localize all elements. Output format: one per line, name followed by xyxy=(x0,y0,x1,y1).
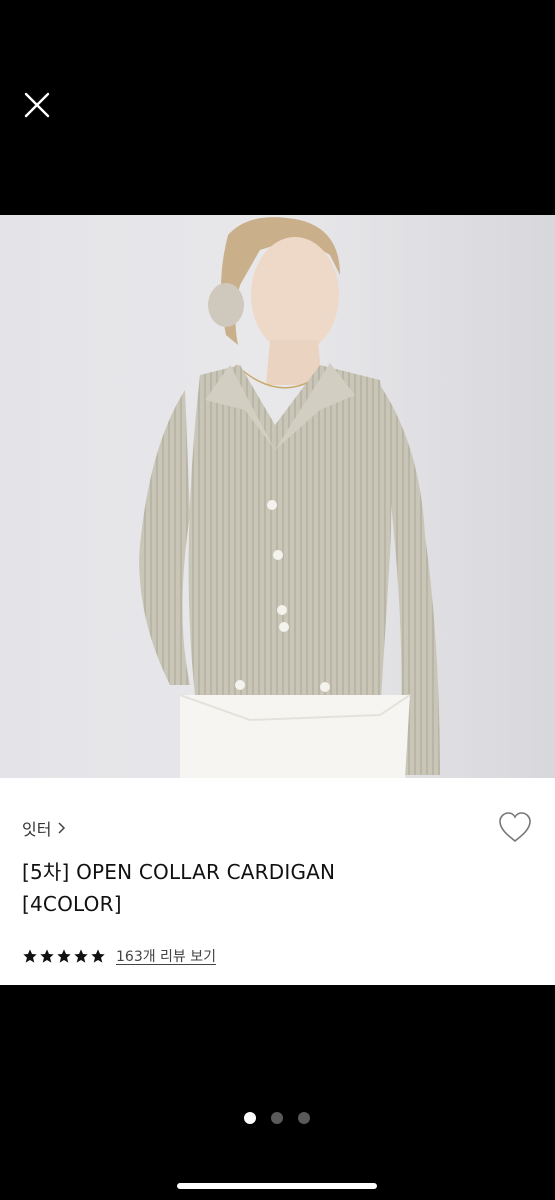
product-info-panel: 잇터 [5차] OPEN COLLAR CARDIGAN [4COLOR] 16… xyxy=(0,778,555,985)
star-icon xyxy=(91,949,105,963)
product-title: [5차] OPEN COLLAR CARDIGAN [4COLOR] xyxy=(22,856,442,920)
heart-icon xyxy=(499,812,531,843)
chevron-right-icon xyxy=(58,822,66,834)
home-indicator[interactable] xyxy=(177,1183,377,1189)
star-rating xyxy=(22,948,106,964)
product-image[interactable] xyxy=(0,215,555,778)
star-icon xyxy=(40,949,54,963)
wishlist-button[interactable] xyxy=(497,810,533,844)
star-icon xyxy=(74,949,88,963)
product-title-line2: [4COLOR] xyxy=(22,892,122,916)
page-dot-2[interactable] xyxy=(271,1112,283,1124)
brand-link[interactable]: 잇터 xyxy=(22,816,66,840)
close-icon xyxy=(24,92,50,118)
page-dot-1[interactable] xyxy=(244,1112,256,1124)
close-button[interactable] xyxy=(22,90,52,120)
star-icon xyxy=(23,949,37,963)
rating-row: 163개 리뷰 보기 xyxy=(22,946,216,966)
page-dots xyxy=(244,1112,310,1124)
brand-name: 잇터 xyxy=(22,820,52,839)
review-link[interactable]: 163개 리뷰 보기 xyxy=(116,946,216,966)
product-title-line1: [5차] OPEN COLLAR CARDIGAN xyxy=(22,860,336,884)
star-icon xyxy=(57,949,71,963)
page-dot-3[interactable] xyxy=(298,1112,310,1124)
